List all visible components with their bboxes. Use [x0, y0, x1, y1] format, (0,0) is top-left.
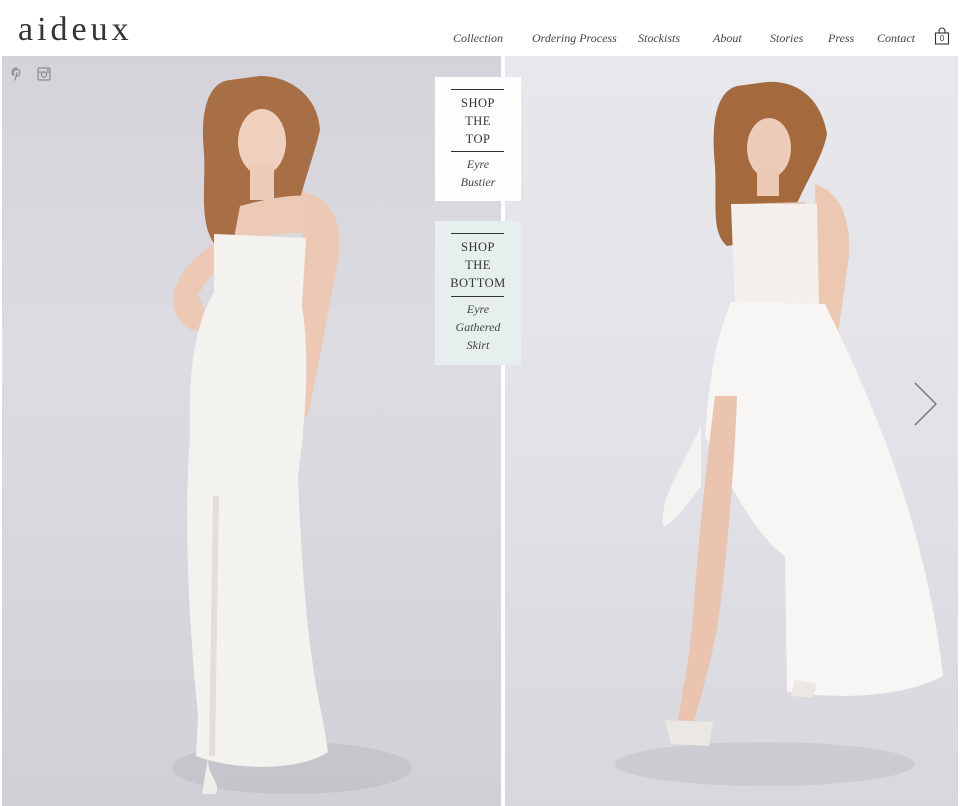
shop-top-rule-lower: [451, 151, 504, 152]
shop-bottom-heading-1: SHOP: [461, 240, 495, 254]
shop-bottom-product-3[interactable]: Skirt: [435, 336, 521, 354]
shop-bottom-heading-3: BOTTOM: [450, 276, 506, 290]
nav-stories[interactable]: Stories: [770, 30, 803, 46]
shop-top-heading-3: TOP: [465, 132, 491, 146]
nav-press[interactable]: Press: [828, 30, 854, 46]
product-image-left: [2, 56, 501, 806]
shop-the-bottom-card[interactable]: SHOP THE BOTTOM Eyre Gathered Skirt: [435, 221, 521, 365]
shop-the-top-card[interactable]: SHOP THE TOP Eyre Bustier: [435, 77, 521, 201]
site-header: aideux Collection Ordering Process Stock…: [0, 0, 960, 56]
product-image-right: [505, 56, 958, 806]
chevron-right-icon[interactable]: [913, 381, 939, 427]
cart-count: 0: [939, 34, 945, 43]
nav-stockists[interactable]: Stockists: [638, 30, 680, 46]
main-nav: Collection Ordering Process Stockists Ab…: [0, 30, 960, 48]
nav-about[interactable]: About: [713, 30, 742, 46]
shop-top-product-1[interactable]: Eyre: [435, 155, 521, 173]
nav-ordering-process[interactable]: Ordering Process: [532, 30, 617, 46]
shop-top-heading-1: SHOP: [461, 96, 495, 110]
shop-top-product-2[interactable]: Bustier: [435, 173, 521, 191]
shopping-bag-icon[interactable]: 0: [934, 27, 950, 45]
shop-top-heading-2: THE: [465, 114, 491, 128]
shop-bottom-heading-2: THE: [465, 258, 491, 272]
model-photo-lace-top-skirt: [615, 81, 943, 786]
nav-contact[interactable]: Contact: [877, 30, 915, 46]
instagram-icon[interactable]: [37, 66, 51, 81]
shop-top-rule-upper: [451, 89, 504, 90]
shop-bottom-rule-lower: [451, 296, 504, 297]
shop-bottom-rule-upper: [451, 233, 504, 234]
nav-collection[interactable]: Collection: [453, 30, 503, 46]
shop-bottom-product-2[interactable]: Gathered: [435, 318, 521, 336]
shop-bottom-product-1[interactable]: Eyre: [435, 300, 521, 318]
model-photo-strapless-gown: [172, 76, 412, 794]
pinterest-icon[interactable]: [10, 66, 24, 81]
